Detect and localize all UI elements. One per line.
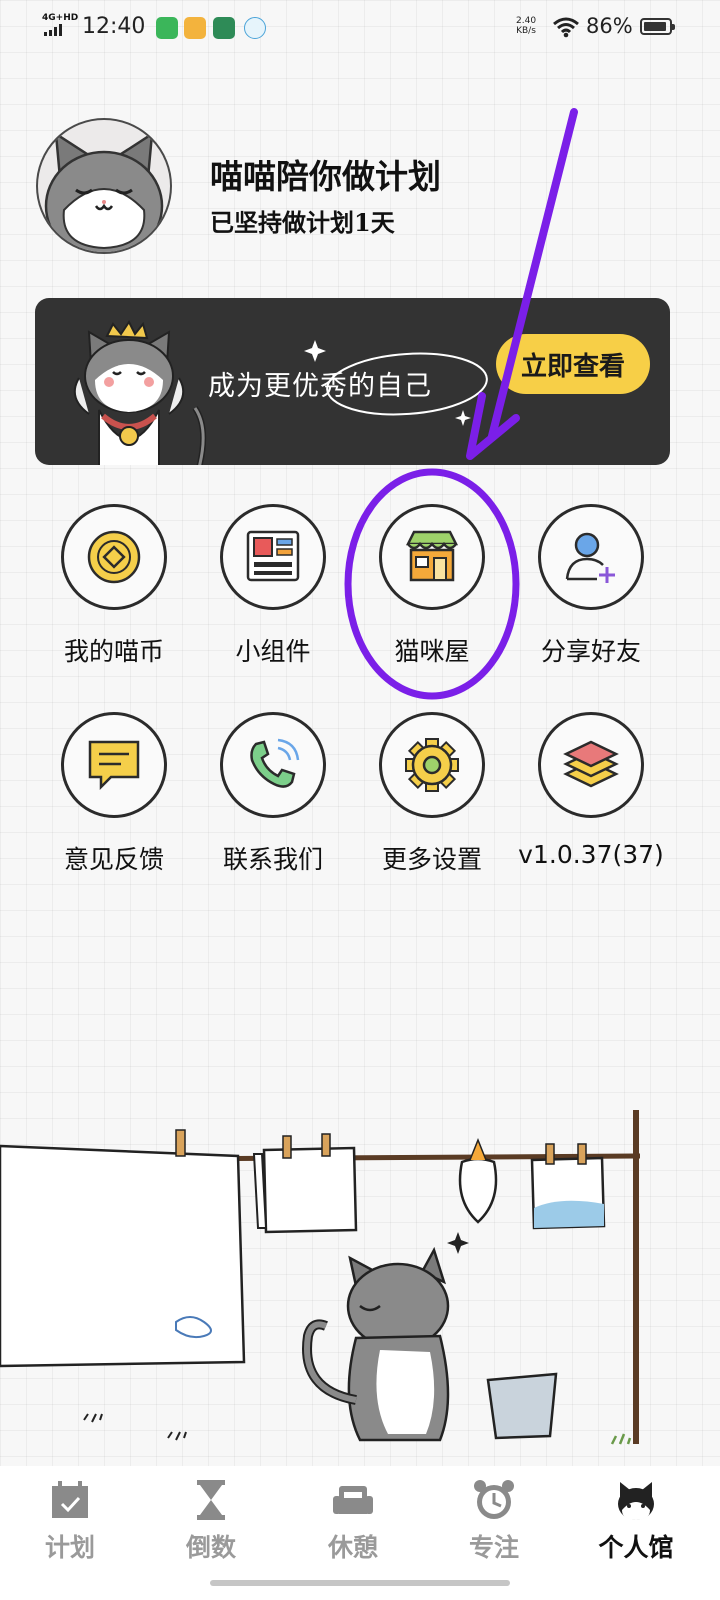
app-notification-icon bbox=[213, 17, 235, 39]
nav-profile[interactable]: 个人馆 bbox=[591, 1466, 681, 1600]
nav-label: 倒数 bbox=[185, 1533, 236, 1562]
profile-name: 喵喵陪你做计划 bbox=[210, 157, 441, 196]
version-info[interactable]: v1.0.37(37) bbox=[518, 712, 664, 902]
icon-circle bbox=[538, 712, 644, 818]
wifi-icon bbox=[553, 17, 579, 38]
icon-circle bbox=[379, 712, 485, 818]
home-indicator[interactable] bbox=[210, 1580, 510, 1586]
status-bar: 4G+HD 12:40 2.40 KB/s 86% bbox=[0, 0, 720, 56]
grid-label: v1.0.37(37) bbox=[518, 840, 664, 869]
icon-circle bbox=[379, 504, 485, 610]
add-friend-icon bbox=[565, 532, 615, 583]
streak-text: 已坚持做计划1天 bbox=[210, 208, 395, 237]
gear-icon bbox=[405, 738, 459, 792]
share-friends-button[interactable]: 分享好友 bbox=[521, 504, 661, 694]
signal-icon bbox=[44, 24, 62, 36]
nav-plan[interactable]: 计划 bbox=[25, 1466, 115, 1600]
sofa-icon bbox=[333, 1486, 373, 1514]
view-now-button[interactable]: 立即查看 bbox=[496, 334, 650, 394]
grid-label: 意见反馈 bbox=[63, 845, 164, 874]
widget-icon bbox=[246, 530, 300, 582]
more-settings-button[interactable]: 更多设置 bbox=[362, 712, 502, 902]
grid-label: 猫咪屋 bbox=[394, 637, 470, 666]
grid-label: 我的喵币 bbox=[63, 637, 164, 666]
nav-label: 计划 bbox=[44, 1533, 95, 1562]
grid-label: 分享好友 bbox=[540, 637, 641, 666]
app-notification-icon bbox=[156, 17, 178, 39]
grid-label: 小组件 bbox=[235, 637, 311, 666]
hourglass-icon bbox=[197, 1480, 225, 1520]
alarm-clock-icon bbox=[474, 1480, 514, 1519]
grid-label: 更多设置 bbox=[381, 845, 482, 874]
nav-label: 休憩 bbox=[327, 1533, 378, 1562]
banner-slogan: 成为更优秀的自己 bbox=[208, 371, 432, 402]
phone-icon bbox=[250, 738, 300, 788]
coin-icon bbox=[87, 530, 141, 584]
weibo-notification-icon bbox=[184, 17, 206, 39]
shop-icon bbox=[405, 530, 459, 582]
k-app-notification-icon bbox=[244, 17, 266, 39]
clock: 12:40 bbox=[82, 14, 146, 39]
feedback-icon bbox=[88, 740, 140, 791]
network-speed: 2.40 KB/s bbox=[516, 16, 537, 36]
cat-house-button[interactable]: 猫咪屋 bbox=[362, 504, 502, 694]
cat-avatar-icon bbox=[44, 131, 164, 252]
nav-label: 专注 bbox=[468, 1533, 519, 1562]
layers-icon bbox=[563, 740, 619, 788]
icon-circle bbox=[538, 504, 644, 610]
icon-circle bbox=[220, 712, 326, 818]
icon-circle bbox=[220, 504, 326, 610]
icon-circle bbox=[61, 504, 167, 610]
calendar-icon bbox=[52, 1481, 88, 1518]
icon-circle bbox=[61, 712, 167, 818]
contact-us-button[interactable]: 联系我们 bbox=[203, 712, 343, 902]
battery-percent: 86% bbox=[586, 14, 633, 38]
network-indicator: 4G+HD bbox=[42, 13, 79, 23]
laundry-cat-illustration bbox=[0, 1110, 641, 1445]
grid-label: 联系我们 bbox=[222, 845, 323, 874]
my-coins-button[interactable]: 我的喵币 bbox=[44, 504, 184, 694]
cat-mascot-illustration bbox=[73, 320, 207, 465]
cat-profile-icon bbox=[618, 1482, 654, 1520]
nav-label: 个人馆 bbox=[598, 1533, 674, 1562]
widgets-button[interactable]: 小组件 bbox=[203, 504, 343, 694]
avatar[interactable] bbox=[36, 118, 172, 254]
feedback-button[interactable]: 意见反馈 bbox=[44, 712, 184, 902]
battery-icon bbox=[640, 18, 675, 35]
